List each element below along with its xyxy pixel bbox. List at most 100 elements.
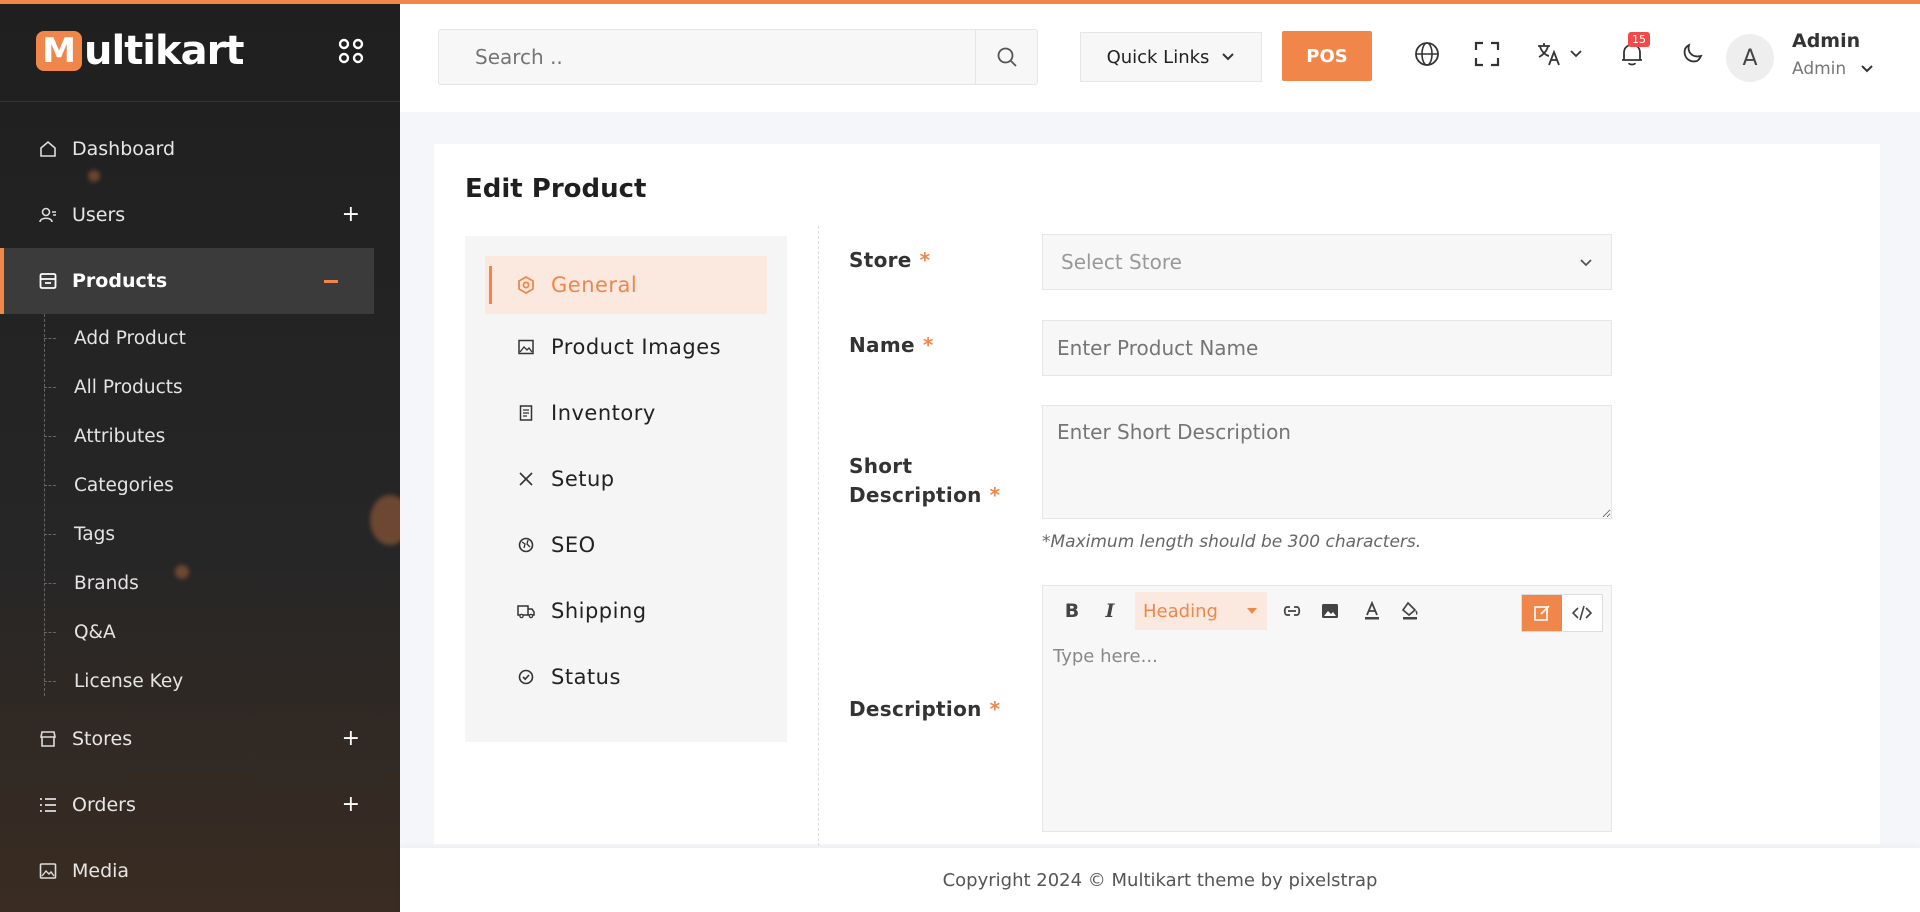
- submenu-item-tags[interactable]: Tags: [44, 510, 400, 559]
- heading-select[interactable]: Heading: [1135, 592, 1267, 630]
- sidebar-item-stores[interactable]: Stores +: [0, 706, 400, 772]
- submenu-item-add-product[interactable]: Add Product: [44, 314, 400, 363]
- sidebar-item-media[interactable]: Media: [0, 838, 400, 904]
- tab-label: SEO: [551, 533, 596, 557]
- tab-label: Inventory: [551, 401, 656, 425]
- tab-general[interactable]: General: [485, 256, 767, 314]
- chevron-down-icon: [1580, 259, 1592, 267]
- fullscreen-icon[interactable]: [1473, 40, 1501, 68]
- general-settings-icon: [517, 276, 535, 294]
- user-role-dropdown[interactable]: Admin: [1792, 59, 1874, 79]
- short-description-textarea[interactable]: [1042, 405, 1612, 519]
- tab-setup[interactable]: Setup: [465, 446, 787, 512]
- submenu-item-license-key[interactable]: License Key: [44, 657, 400, 706]
- submenu-item-brands[interactable]: Brands: [44, 559, 400, 608]
- sidebar-item-label: Dashboard: [72, 138, 176, 160]
- expand-plus-icon[interactable]: +: [342, 204, 360, 226]
- user-role-label: Admin: [1792, 59, 1847, 79]
- home-icon: [38, 139, 58, 159]
- tab-label: Status: [551, 665, 621, 689]
- footer-copyright: Copyright 2024 © Multikart theme by pixe…: [942, 869, 1378, 891]
- chevron-down-icon: [1570, 50, 1582, 58]
- grid-menu-icon[interactable]: [338, 38, 364, 64]
- tab-status[interactable]: Status: [465, 644, 787, 710]
- translate-icon: [1538, 43, 1560, 66]
- product-name-input[interactable]: [1042, 320, 1612, 376]
- insert-image-button[interactable]: [1311, 592, 1349, 630]
- user-name[interactable]: Admin: [1792, 30, 1860, 52]
- store-label: Store *: [849, 248, 930, 272]
- dark-mode-moon-icon[interactable]: [1678, 40, 1706, 68]
- edit-icon: [1534, 605, 1550, 621]
- logo-text: ultikart: [84, 27, 244, 74]
- source-code-mode-button[interactable]: [1562, 595, 1602, 631]
- sidebar-item-products[interactable]: Products: [0, 248, 374, 314]
- tab-shipping[interactable]: Shipping: [465, 578, 787, 644]
- expand-plus-icon[interactable]: +: [342, 728, 360, 750]
- search-button[interactable]: [975, 30, 1037, 84]
- image-icon: [38, 861, 58, 881]
- editor-content-area[interactable]: Type here...: [1043, 636, 1611, 677]
- text-color-button[interactable]: [1353, 592, 1391, 630]
- bold-icon: B: [1064, 600, 1080, 622]
- tab-seo[interactable]: SEO: [465, 512, 787, 578]
- search-input[interactable]: [439, 30, 959, 84]
- submenu-item-all-products[interactable]: All Products: [44, 363, 400, 412]
- submenu-item-categories[interactable]: Categories: [44, 461, 400, 510]
- quick-links-label: Quick Links: [1106, 46, 1210, 68]
- store-label-text: Store: [849, 248, 912, 272]
- expand-plus-icon[interactable]: +: [342, 794, 360, 816]
- description-editor: B I Heading Type here...: [1042, 585, 1612, 832]
- avatar[interactable]: A: [1726, 34, 1774, 82]
- short-description-label-line2: Description: [849, 483, 982, 507]
- language-dropdown[interactable]: [1533, 40, 1585, 68]
- wysiwyg-mode-button[interactable]: [1522, 595, 1562, 631]
- name-label: Name *: [849, 333, 934, 357]
- submenu-item-qa[interactable]: Q&A: [44, 608, 400, 657]
- chevron-down-icon: [1222, 53, 1235, 61]
- search-icon: [997, 47, 1017, 67]
- background-color-button[interactable]: [1391, 592, 1429, 630]
- short-description-hint: *Maximum length should be 300 characters…: [1042, 532, 1422, 552]
- sidebar-item-label: Stores: [72, 728, 133, 750]
- sidebar-item-users[interactable]: Users +: [0, 182, 400, 248]
- edit-product-card: Edit Product General Product Images Inve…: [434, 144, 1880, 846]
- bold-button[interactable]: B: [1053, 592, 1091, 630]
- italic-button[interactable]: I: [1091, 592, 1129, 630]
- tab-product-images[interactable]: Product Images: [465, 314, 787, 380]
- tab-label: Setup: [551, 467, 615, 491]
- code-icon: [1572, 605, 1592, 621]
- product-tabs: General Product Images Inventory Setup S…: [465, 236, 787, 742]
- tab-label: Product Images: [551, 335, 722, 359]
- tab-inventory[interactable]: Inventory: [465, 380, 787, 446]
- link-icon: [1283, 606, 1301, 616]
- editor-mode-toggle: [1521, 594, 1603, 632]
- products-submenu: Add Product All Products Attributes Cate…: [0, 314, 400, 706]
- logo[interactable]: M ultikart: [0, 0, 400, 102]
- top-accent-line: [0, 0, 1920, 4]
- description-label-text: Description: [849, 697, 982, 721]
- globe-icon[interactable]: [1413, 40, 1441, 68]
- short-description-label-line1: Short: [849, 454, 913, 478]
- chevron-down-icon: [1860, 65, 1873, 73]
- sidebar: M ultikart Dashboard Users + Products Ad…: [0, 0, 400, 912]
- products-icon: [38, 271, 58, 291]
- link-button[interactable]: [1273, 592, 1311, 630]
- required-mark: *: [919, 248, 931, 272]
- quick-links-dropdown[interactable]: Quick Links: [1080, 32, 1262, 82]
- sidebar-item-label: Media: [72, 860, 130, 882]
- globe-icon: [517, 536, 535, 554]
- required-mark: *: [922, 333, 934, 357]
- italic-icon: I: [1105, 600, 1115, 622]
- footer: Copyright 2024 © Multikart theme by pixe…: [400, 848, 1920, 912]
- required-mark: *: [989, 483, 1001, 507]
- sidebar-item-orders[interactable]: Orders +: [0, 772, 400, 838]
- pos-button[interactable]: POS: [1282, 31, 1372, 81]
- users-icon: [38, 205, 58, 225]
- submenu-item-attributes[interactable]: Attributes: [44, 412, 400, 461]
- store-select[interactable]: Select Store: [1042, 234, 1612, 290]
- collapse-minus-icon[interactable]: [324, 280, 338, 283]
- sidebar-item-dashboard[interactable]: Dashboard: [0, 116, 400, 182]
- tab-label: General: [551, 273, 638, 297]
- short-description-label: Short Description *: [849, 452, 1000, 510]
